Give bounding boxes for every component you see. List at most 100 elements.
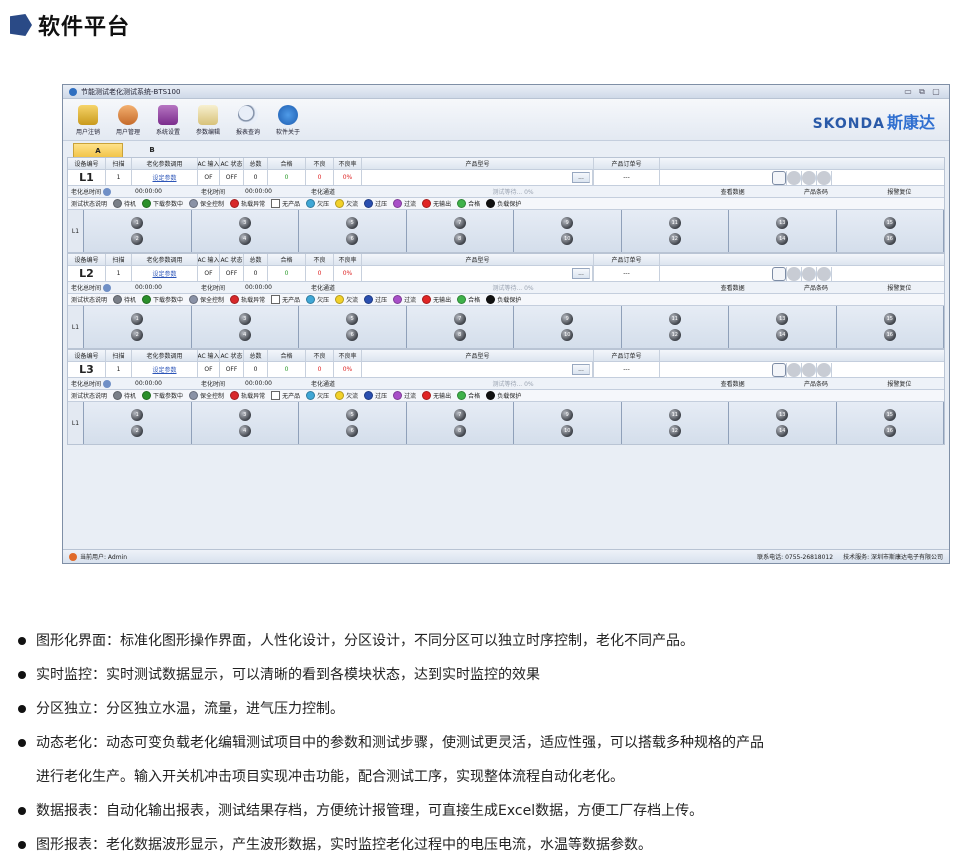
legend-text: 欠流 [346,297,359,304]
tab-a[interactable]: A [73,143,123,157]
start-test-icon [787,266,801,281]
channel-led-icon: 15 [883,217,896,229]
set-params-link[interactable]: 设定参数 [152,269,176,278]
start-test-button[interactable] [787,266,802,281]
slot-cell[interactable]: 15 16 [836,402,944,444]
pause-test-button[interactable] [802,266,817,281]
model-input[interactable]: ... [362,266,593,281]
view-data-button[interactable]: 查看数据 [721,187,745,196]
pause-test-button[interactable] [802,362,817,377]
user-manage-button[interactable]: 用户管理 [109,105,147,136]
power-check-button[interactable] [772,362,787,377]
legend-text: 轨载异常 [241,393,266,400]
settings-button[interactable]: 系统设置 [149,105,187,136]
device-id: L3 [68,362,106,377]
channel-led-icon: 4 [238,233,251,245]
stop-test-button[interactable] [817,362,832,377]
view-data-button[interactable]: 查看数据 [721,283,745,292]
slot-cell[interactable]: 15 16 [836,210,944,252]
slot-cell[interactable]: 12 [84,402,192,444]
user-icon [69,552,77,561]
report-button[interactable]: 报表查询 [229,105,267,136]
alarm-reset-button[interactable]: 报警复位 [887,379,911,388]
slot-cell[interactable]: 15 16 [836,306,944,348]
feature-item: 图形报表：老化数据波形显示，产生波形数据，实时监控老化过程中的电压电流，水温等数… [18,828,968,862]
restore-icon[interactable]: ⧉ [915,87,929,97]
legend-item: 无产品 [271,391,300,400]
order-number[interactable]: --- [594,170,660,185]
browse-button[interactable]: ... [572,268,590,279]
slot-cell[interactable]: 78 [406,306,514,348]
slot-cell[interactable]: 78 [406,210,514,252]
column-header: 产品型号 [362,158,594,169]
test-group: 设备编号 扫描 老化参数调用 AC 输入 AC 状态 总数 合格 不良 不良率 产品型号 产品订单号… [67,253,945,349]
header-spacer [660,350,944,361]
channel-led-icon: 11 [668,217,681,229]
status-dot-icon [142,391,152,400]
slot-cell[interactable]: 78 [406,402,514,444]
slot-cell[interactable]: 13 14 [729,210,837,252]
slot-cell[interactable]: 34 [191,402,299,444]
legend-item: 保全控制 [189,391,224,400]
slot-cell[interactable]: 13 14 [729,306,837,348]
power-check-button[interactable] [772,266,787,281]
alarm-reset-button[interactable]: 报警复位 [887,187,911,196]
slot-cell[interactable]: 56 [299,306,407,348]
stop-test-button[interactable] [817,266,832,281]
slot-cell[interactable]: 12 [84,306,192,348]
total-count: 0 [244,266,268,281]
column-header: 老化参数调用 [132,254,198,265]
set-params-link[interactable]: 设定参数 [152,365,176,374]
model-input[interactable]: ... [362,170,593,185]
browse-button[interactable]: ... [572,364,590,375]
minimize-icon[interactable]: ▭ [901,87,915,96]
stop-test-button[interactable] [817,170,832,185]
slot-cell[interactable]: 13 14 [729,402,837,444]
power-check-button[interactable] [772,170,787,185]
logout-button[interactable]: 用户注销 [69,105,107,136]
slot-cell[interactable]: 12 [84,210,192,252]
start-test-button[interactable] [787,170,802,185]
channel-led-icon: 2 [131,329,144,341]
slot-cell[interactable]: 9 10 [514,210,622,252]
model-input[interactable]: ... [362,362,593,377]
product-barcode-button[interactable]: 产品条码 [804,187,828,196]
feature-item: 数据报表：自动化输出报表，测试结果存档，方便统计报管理，可直接生成Excel数据… [18,794,968,828]
feature-text: 动态老化：动态可变负载老化编辑测试项目中的参数和测试步骤，使测试更灵活，适应性强… [36,735,764,751]
total-count: 0 [244,170,268,185]
status-dot-icon [457,199,467,208]
order-number[interactable]: --- [594,362,660,377]
legend-row: 测试状态说明 待机 下载参数中 保全控制 轨载异常 无产品 欠压 欠流 过压 过流 无输出 合格 负载保… [68,390,944,402]
browse-button[interactable]: ... [572,172,590,183]
slot-cell[interactable]: 9 10 [514,306,622,348]
scan-value: 1 [106,266,132,281]
channel-led-icon: 3 [238,409,251,421]
pause-test-button[interactable] [802,170,817,185]
slot-cell[interactable]: 11 12 [621,210,729,252]
column-header: AC 状态 [220,158,244,169]
about-button[interactable]: 软件关于 [269,105,307,136]
slot-cell[interactable]: 11 12 [621,402,729,444]
app-icon [69,87,77,96]
slot-cell[interactable]: 34 [191,210,299,252]
slot-cell[interactable]: 56 [299,402,407,444]
product-barcode-button[interactable]: 产品条码 [804,379,828,388]
param-edit-button[interactable]: 参数编辑 [189,105,227,136]
slot-cell[interactable]: 11 12 [621,306,729,348]
slot-cell[interactable]: 56 [299,210,407,252]
header-spacer [660,158,944,169]
legend-item: 下载参数中 [142,391,183,400]
search-icon [238,105,258,125]
current-user: 当前用户: Admin [80,554,128,561]
view-data-button[interactable]: 查看数据 [721,379,745,388]
tab-b[interactable]: B [127,143,177,157]
slot-cell[interactable]: 9 10 [514,402,622,444]
alarm-reset-button[interactable]: 报警复位 [887,283,911,292]
set-params-link[interactable]: 设定参数 [152,173,176,182]
product-barcode-button[interactable]: 产品条码 [804,283,828,292]
close-icon[interactable]: ▢ [929,87,943,96]
slot-cell[interactable]: 34 [191,306,299,348]
slot-panel: L1 1 2 3 4 5 6 7 8 9 10 11 12 13 14 15 16 [68,210,944,252]
start-test-button[interactable] [787,362,802,377]
order-number[interactable]: --- [594,266,660,281]
